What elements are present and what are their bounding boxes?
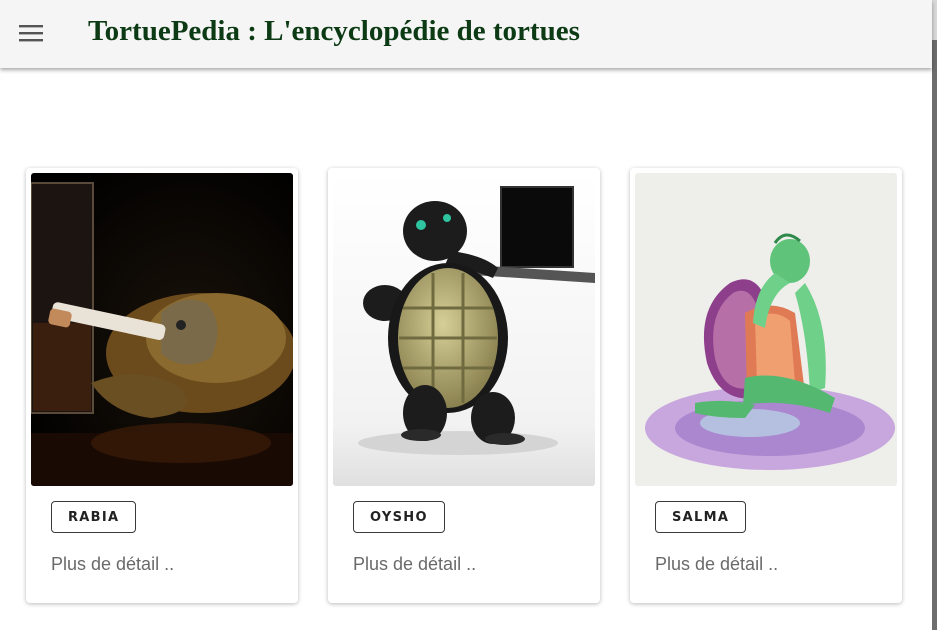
turtle-image-salma: [635, 173, 897, 486]
turtle-image-oysho: [333, 173, 595, 486]
scrollbar-thumb[interactable]: [932, 40, 937, 630]
menu-button[interactable]: [10, 14, 52, 52]
turtle-name-button[interactable]: RABIA: [51, 501, 137, 533]
more-details-link[interactable]: Plus de détail ..: [353, 554, 476, 575]
turtle-name-button[interactable]: SALMA: [655, 501, 747, 533]
turtle-card: SALMA Plus de détail ..: [630, 168, 902, 603]
menu-icon: [19, 25, 43, 42]
more-details-link[interactable]: Plus de détail ..: [655, 554, 778, 575]
top-app-bar: TortuePedia : L'encyclopédie de tortues: [0, 0, 932, 68]
turtle-name-button[interactable]: OYSHO: [353, 501, 445, 533]
turtle-card: OYSHO Plus de détail ..: [328, 168, 600, 603]
more-details-link[interactable]: Plus de détail ..: [51, 554, 174, 575]
turtle-card: RABIA Plus de détail ..: [26, 168, 298, 603]
scrollbar[interactable]: [932, 0, 937, 630]
app-title: TortuePedia : L'encyclopédie de tortues: [88, 15, 580, 47]
turtle-image-rabia: [31, 173, 293, 486]
